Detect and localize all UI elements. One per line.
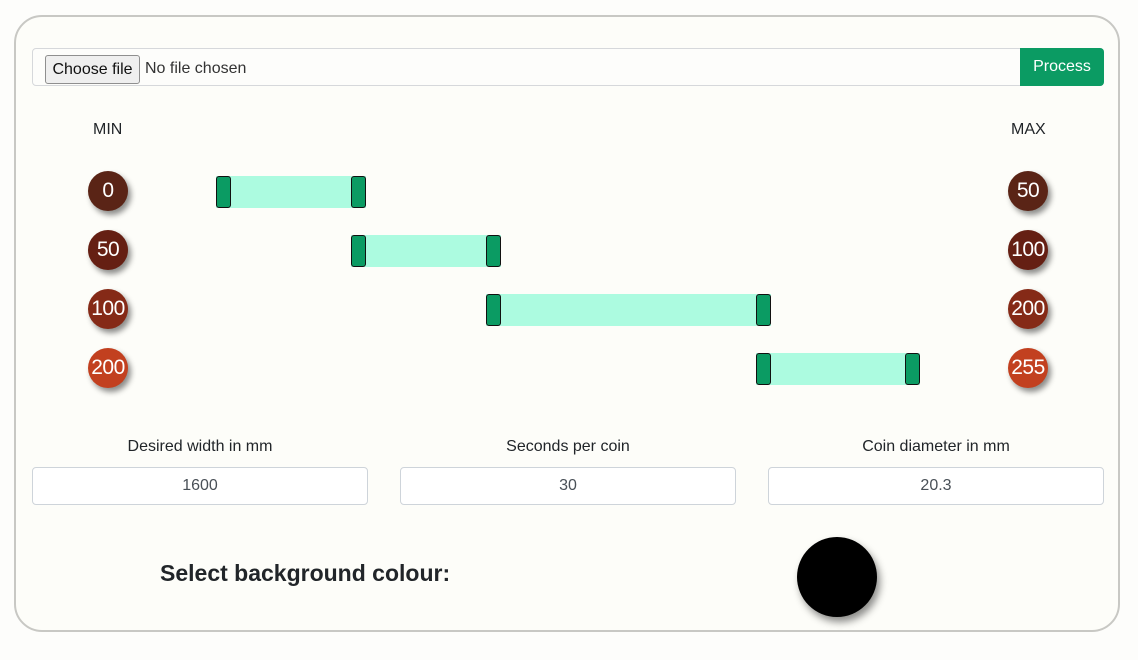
coin-diameter-label: Coin diameter in mm — [862, 438, 1010, 455]
file-upload-group: Choose file No file chosen Process — [32, 48, 1104, 86]
min-value-coin: 200 — [88, 348, 128, 388]
min-value-coin: 100 — [88, 289, 128, 329]
process-button[interactable]: Process — [1020, 48, 1104, 86]
coin-diameter-input[interactable] — [768, 467, 1104, 505]
range-slider[interactable] — [216, 176, 367, 208]
max-value-coin: 50 — [1008, 171, 1048, 211]
range-high-handle[interactable] — [351, 176, 367, 208]
range-low-handle[interactable] — [756, 353, 772, 385]
range-high-handle[interactable] — [904, 353, 920, 385]
range-fill — [756, 353, 920, 385]
background-colour-picker[interactable] — [797, 537, 877, 617]
max-value-coin: 255 — [1008, 348, 1048, 388]
seconds-per-coin-input[interactable] — [400, 467, 736, 505]
file-status-text: No file chosen — [145, 60, 247, 77]
range-slider[interactable] — [756, 353, 920, 385]
range-low-handle[interactable] — [216, 176, 231, 208]
seconds-per-coin-label: Seconds per coin — [506, 438, 630, 455]
range-slider[interactable] — [351, 235, 502, 267]
range-low-handle[interactable] — [351, 235, 367, 267]
choose-file-button[interactable]: Choose file — [45, 55, 140, 84]
desired-width-input[interactable] — [32, 467, 368, 505]
range-high-handle[interactable] — [756, 294, 772, 326]
desired-width-label: Desired width in mm — [127, 438, 273, 455]
max-column-label: MAX — [1011, 121, 1046, 138]
max-value-coin: 100 — [1008, 230, 1048, 270]
min-value-coin: 50 — [88, 230, 128, 270]
range-fill — [351, 235, 502, 267]
range-fill — [216, 176, 367, 208]
min-value-coin: 0 — [88, 171, 128, 211]
background-colour-label: Select background colour: — [160, 560, 451, 586]
range-fill — [486, 294, 772, 326]
range-low-handle[interactable] — [486, 294, 502, 326]
range-slider[interactable] — [486, 294, 772, 326]
max-value-coin: 200 — [1008, 289, 1048, 329]
min-column-label: MIN — [93, 121, 123, 138]
range-high-handle[interactable] — [486, 235, 502, 267]
